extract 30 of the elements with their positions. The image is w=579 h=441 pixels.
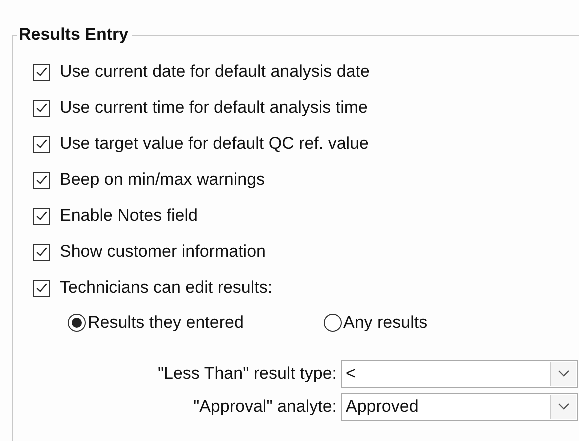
radio-button[interactable] xyxy=(324,314,342,332)
checkbox-option[interactable]: Use current date for default analysis date xyxy=(33,62,579,82)
check-icon xyxy=(34,65,48,79)
dropdown-label: "Approval" analyte: xyxy=(194,397,337,417)
radio-option[interactable]: Any results xyxy=(324,313,579,333)
checkbox-option[interactable]: Enable Notes field xyxy=(33,206,579,226)
check-icon xyxy=(34,209,48,223)
checkbox-option[interactable]: Technicians can edit results: xyxy=(33,278,579,298)
check-icon xyxy=(34,245,48,259)
check-icon xyxy=(34,281,48,295)
checkbox[interactable] xyxy=(33,172,50,188)
checkbox[interactable] xyxy=(33,244,50,260)
dropdown[interactable]: < xyxy=(341,360,578,388)
checkbox-option[interactable]: Show customer information xyxy=(33,242,579,262)
checkbox[interactable] xyxy=(33,64,50,80)
radio-option[interactable]: Results they entered xyxy=(68,313,324,333)
checkbox[interactable] xyxy=(33,280,50,296)
checkbox[interactable] xyxy=(33,136,50,152)
checkbox-option[interactable]: Use current time for default analysis time xyxy=(33,98,579,118)
group-title: Results Entry xyxy=(17,25,132,45)
dropdown[interactable]: Approved xyxy=(341,393,578,421)
check-icon xyxy=(34,173,48,187)
checkbox[interactable] xyxy=(33,208,50,224)
checkbox-option[interactable]: Beep on min/max warnings xyxy=(33,170,579,190)
check-icon xyxy=(34,101,48,115)
radio-button[interactable] xyxy=(68,314,86,332)
dropdown-label: "Less Than" result type: xyxy=(158,364,337,384)
checkbox-option[interactable]: Use target value for default QC ref. value xyxy=(33,134,579,154)
check-icon xyxy=(34,137,48,151)
checkbox[interactable] xyxy=(33,100,50,116)
